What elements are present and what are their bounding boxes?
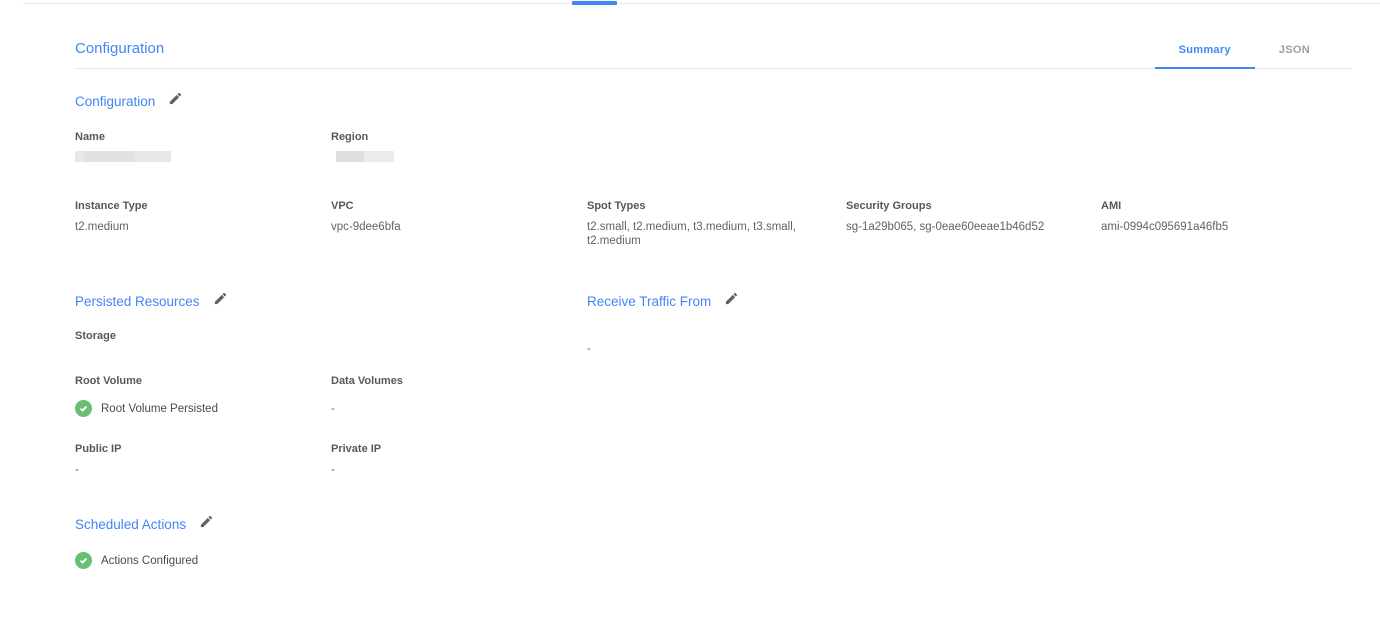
persisted-resources-section-header: Persisted Resources — [75, 291, 587, 311]
configuration-section-header: Configuration — [75, 91, 1352, 111]
configuration-section-title: Configuration — [75, 94, 155, 109]
field-private-ip: Private IP - — [331, 443, 587, 477]
row-section-headers: Persisted Resources Receive Traffic From — [75, 291, 1352, 311]
configuration-page: Configuration Summary JSON Configuration… — [75, 0, 1352, 569]
edit-icon — [199, 514, 214, 534]
field-spot-types: Spot Types t2.small, t2.medium, t3.mediu… — [587, 200, 846, 248]
row-volumes: Root Volume Root Volume Persisted Data V… — [75, 375, 1352, 417]
check-circle-icon — [75, 400, 92, 417]
scheduled-actions-title: Scheduled Actions — [75, 517, 186, 532]
scheduled-actions-section-header: Scheduled Actions — [75, 514, 1352, 534]
field-security-groups: Security Groups sg-1a29b065, sg-0eae60ee… — [846, 200, 1101, 234]
field-security-groups-value: sg-1a29b065, sg-0eae60eeae1b46d52 — [846, 220, 1101, 234]
field-private-ip-label: Private IP — [331, 443, 587, 456]
field-spot-types-label: Spot Types — [587, 200, 846, 213]
field-security-groups-label: Security Groups — [846, 200, 1101, 213]
field-public-ip: Public IP - — [75, 443, 331, 477]
field-name-label: Name — [75, 131, 331, 144]
field-public-ip-value: - — [75, 463, 331, 477]
storage-label: Storage — [75, 330, 331, 343]
receive-traffic-title: Receive Traffic From — [587, 294, 711, 309]
field-ami-label: AMI — [1101, 200, 1352, 213]
root-volume-status-text: Root Volume Persisted — [101, 403, 218, 415]
field-data-volumes: Data Volumes - — [331, 375, 587, 416]
field-ami-value: ami-0994c095691a46fb5 — [1101, 220, 1352, 234]
field-name: Name — [75, 131, 331, 162]
page-header: Configuration Summary JSON — [75, 0, 1352, 69]
edit-scheduled-actions-button[interactable] — [199, 514, 214, 534]
edit-icon — [168, 91, 183, 111]
config-row-details: Instance Type t2.medium VPC vpc-9dee6bfa… — [75, 200, 1352, 248]
field-spot-types-value: t2.small, t2.medium, t3.medium, t3.small… — [587, 220, 812, 248]
field-region: Region — [331, 131, 587, 162]
persisted-resources-title: Persisted Resources — [75, 294, 200, 309]
field-instance-type: Instance Type t2.medium — [75, 200, 331, 234]
root-volume-status: Root Volume Persisted — [75, 400, 331, 417]
scheduled-actions-status: Actions Configured — [75, 552, 1352, 569]
edit-receive-traffic-button[interactable] — [724, 291, 739, 311]
config-row-name-region: Name Region — [75, 131, 1352, 162]
field-root-volume-label: Root Volume — [75, 375, 331, 388]
field-vpc: VPC vpc-9dee6bfa — [331, 200, 587, 234]
field-region-label: Region — [331, 131, 587, 144]
tab-summary[interactable]: Summary — [1155, 44, 1255, 69]
field-instance-type-label: Instance Type — [75, 200, 331, 213]
field-data-volumes-label: Data Volumes — [331, 375, 587, 388]
edit-icon — [213, 291, 228, 311]
field-data-volumes-value: - — [331, 402, 587, 416]
edit-configuration-button[interactable] — [168, 91, 183, 111]
field-ami: AMI ami-0994c095691a46fb5 — [1101, 200, 1352, 234]
redacted-value — [75, 151, 171, 162]
receive-traffic-section-header: Receive Traffic From — [587, 291, 1101, 311]
check-circle-icon — [75, 552, 92, 569]
field-private-ip-value: - — [331, 463, 587, 477]
row-ips: Public IP - Private IP - — [75, 443, 1352, 477]
receive-traffic-value: - — [587, 330, 1101, 356]
edit-icon — [724, 291, 739, 311]
field-public-ip-label: Public IP — [75, 443, 331, 456]
field-vpc-label: VPC — [331, 200, 587, 213]
tab-json[interactable]: JSON — [1255, 44, 1334, 68]
view-tabs: Summary JSON — [1155, 44, 1352, 68]
redacted-value — [336, 151, 394, 162]
field-root-volume: Root Volume Root Volume Persisted — [75, 375, 331, 417]
field-vpc-value: vpc-9dee6bfa — [331, 220, 587, 234]
field-instance-type-value: t2.medium — [75, 220, 331, 234]
edit-persisted-resources-button[interactable] — [213, 291, 228, 311]
page-title: Configuration — [75, 40, 164, 68]
scheduled-actions-status-text: Actions Configured — [101, 555, 198, 567]
row-storage: Storage - — [75, 330, 1352, 356]
